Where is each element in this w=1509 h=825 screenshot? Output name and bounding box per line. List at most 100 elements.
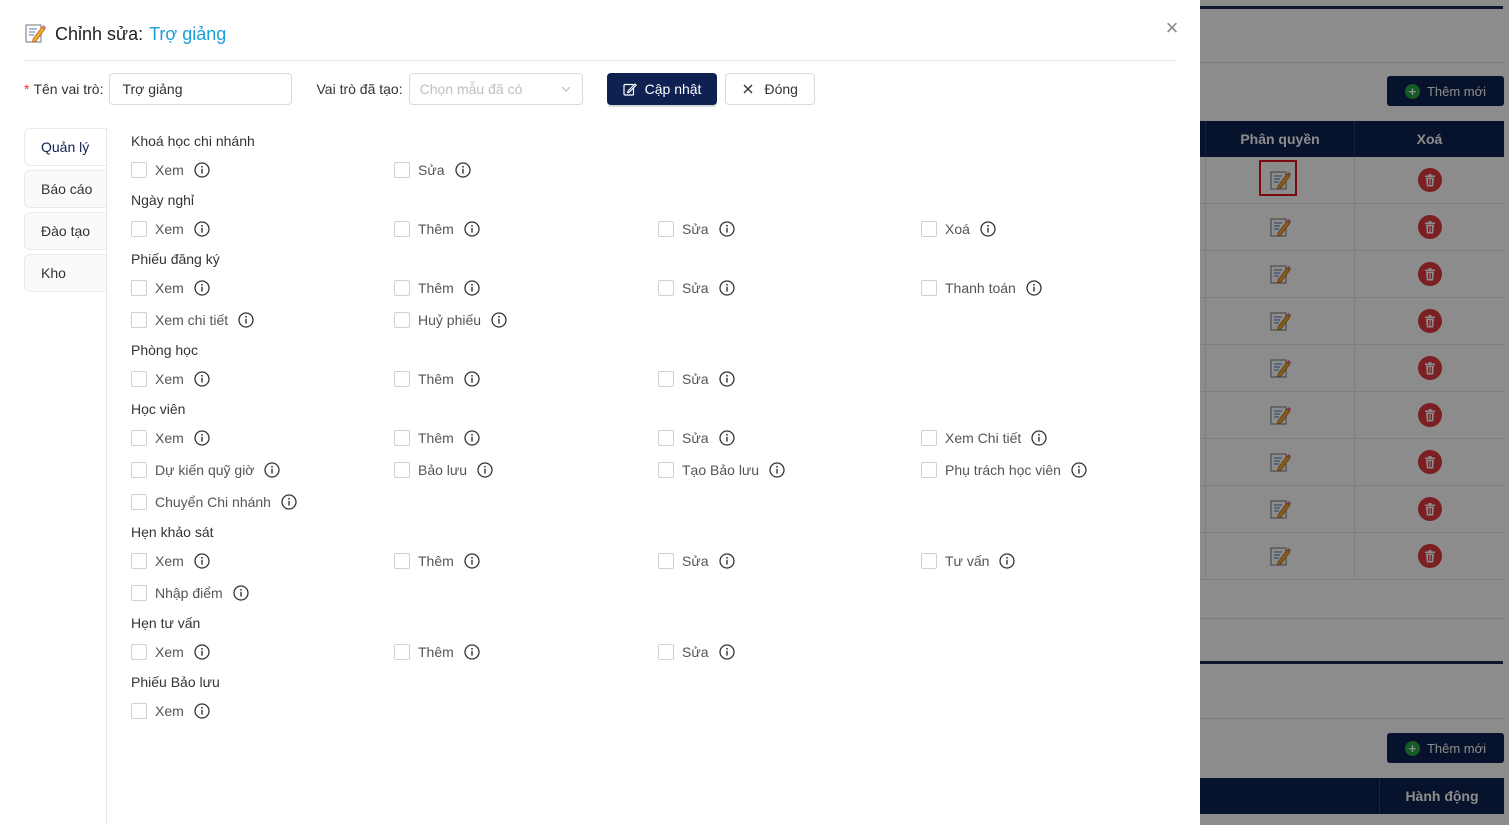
info-icon: [464, 644, 480, 660]
permission-checkbox[interactable]: [131, 462, 147, 478]
close-button[interactable]: Đóng: [725, 73, 815, 105]
close-icon[interactable]: ×: [1162, 17, 1182, 39]
permission-label: Sửa: [682, 371, 709, 387]
role-name-input[interactable]: Trợ giảng: [109, 73, 293, 105]
permission-label: Xem: [155, 371, 184, 387]
info-icon: [718, 221, 735, 237]
info-icon: [194, 703, 210, 719]
permission-checkbox[interactable]: [394, 644, 410, 660]
info-icon: [718, 430, 735, 446]
permission-checkbox[interactable]: [921, 553, 937, 569]
permission-item: Xem: [131, 219, 394, 239]
permission-item: Xem: [131, 428, 394, 448]
permission-item: Xem: [131, 369, 394, 389]
info-icon: [464, 280, 480, 296]
template-select[interactable]: Chọn mẫu đã có: [408, 73, 583, 105]
tab-2[interactable]: Đào tạo: [24, 212, 106, 250]
permission-checkbox[interactable]: [131, 371, 147, 387]
permission-grid: Xem Thêm Sửa Tư vấn Nhập điểm: [131, 551, 1181, 603]
permission-checkbox[interactable]: [921, 462, 937, 478]
permission-label: Sửa: [682, 221, 709, 237]
permission-checkbox[interactable]: [394, 430, 410, 446]
permission-item: Sửa: [658, 369, 921, 389]
permission-item: Sửa: [658, 551, 921, 571]
info-icon: [281, 494, 297, 510]
permission-checkbox[interactable]: [131, 494, 147, 510]
info-icon: [194, 280, 210, 296]
permission-item: Sửa: [658, 642, 921, 662]
permission-group: Phòng học Xem Thêm Sửa: [131, 340, 1181, 389]
permission-checkbox[interactable]: [921, 221, 937, 237]
chevron-down-icon: [561, 86, 571, 92]
permission-checkbox[interactable]: [658, 371, 674, 387]
permission-label: Phụ trách học viên: [945, 462, 1061, 478]
info-icon: [1071, 462, 1087, 478]
permission-checkbox[interactable]: [131, 430, 147, 446]
permission-grid: Xem Thêm Sửa Xoá: [131, 219, 1181, 239]
permission-label: Thêm: [418, 430, 454, 446]
update-button-label: Cập nhật: [644, 81, 702, 97]
tab-0[interactable]: Quản lý: [24, 128, 106, 166]
permission-group-title: Hẹn tư vấn: [131, 615, 201, 631]
info-icon: [238, 312, 254, 328]
permission-checkbox[interactable]: [921, 430, 937, 446]
permission-checkbox[interactable]: [394, 280, 410, 296]
permission-label: Thêm: [418, 221, 454, 237]
tab-1[interactable]: Báo cáo: [24, 170, 106, 208]
permission-checkbox[interactable]: [131, 585, 147, 601]
info-icon: [464, 553, 480, 569]
permission-checkbox[interactable]: [131, 644, 147, 660]
edit-role-modal: Chỉnh sửa: Trợ giảng × * Tên vai trò: Trợ…: [0, 0, 1200, 825]
permission-checkbox[interactable]: [658, 553, 674, 569]
permission-checkbox[interactable]: [131, 553, 147, 569]
permission-checkbox[interactable]: [131, 703, 147, 719]
permission-checkbox[interactable]: [394, 371, 410, 387]
permission-item: Nhập điểm: [131, 583, 394, 603]
permission-checkbox[interactable]: [658, 221, 674, 237]
info-icon: [477, 462, 493, 478]
permission-checkbox[interactable]: [394, 553, 410, 569]
permission-checkbox[interactable]: [394, 221, 410, 237]
permission-grid: Xem Sửa: [131, 160, 1181, 180]
tab-3[interactable]: Kho: [24, 254, 106, 292]
info-icon: [999, 553, 1016, 569]
permission-group-title: Phiếu đăng ký: [131, 251, 220, 267]
permission-checkbox[interactable]: [658, 462, 674, 478]
required-asterisk: *: [24, 81, 30, 97]
permission-item: Tạo Bảo lưu: [658, 460, 921, 480]
permission-label: Nhập điểm: [155, 585, 223, 601]
info-icon: [194, 430, 210, 446]
permission-item: Huỷ phiếu: [394, 310, 658, 330]
info-icon: [194, 162, 210, 178]
permission-checkbox[interactable]: [658, 644, 674, 660]
permission-group: Hẹn khảo sát Xem Thêm Sửa Tư vấn Nhập điểm: [131, 522, 1181, 603]
permission-checkbox[interactable]: [394, 462, 410, 478]
info-icon: [718, 553, 735, 569]
permission-checkbox[interactable]: [131, 162, 147, 178]
permission-item: Thêm: [394, 551, 658, 571]
permission-label: Xoá: [945, 221, 970, 237]
permission-label: Sửa: [682, 430, 709, 446]
permission-checkbox[interactable]: [921, 280, 937, 296]
update-button[interactable]: Cập nhật: [606, 73, 718, 105]
permission-checkbox[interactable]: [131, 221, 147, 237]
permission-label: Xem: [155, 280, 184, 296]
permission-label: Xem: [155, 162, 184, 178]
permission-checkbox[interactable]: [658, 430, 674, 446]
permission-checkbox[interactable]: [131, 280, 147, 296]
info-icon: [464, 221, 480, 237]
info-icon: [264, 462, 281, 478]
info-icon: [464, 430, 480, 446]
permission-checkbox[interactable]: [394, 312, 410, 328]
close-icon: [743, 84, 753, 94]
permission-item: Xem: [131, 551, 394, 571]
permission-group: Phiếu đăng ký Xem Thêm Sửa Thanh toán Xem chi…: [131, 249, 1181, 330]
permission-checkbox[interactable]: [658, 280, 674, 296]
permission-checkbox[interactable]: [131, 312, 147, 328]
permission-group: Hẹn tư vấn Xem Thêm Sửa: [131, 613, 1181, 662]
permission-checkbox[interactable]: [394, 162, 410, 178]
permission-item: Xem: [131, 701, 394, 721]
permission-grid: Xem Thêm Sửa Thanh toán Xem chi tiết Huỷ phiế…: [131, 278, 1181, 330]
permission-item: Phụ trách học viên: [921, 460, 1181, 480]
close-button-label: Đóng: [764, 81, 798, 97]
